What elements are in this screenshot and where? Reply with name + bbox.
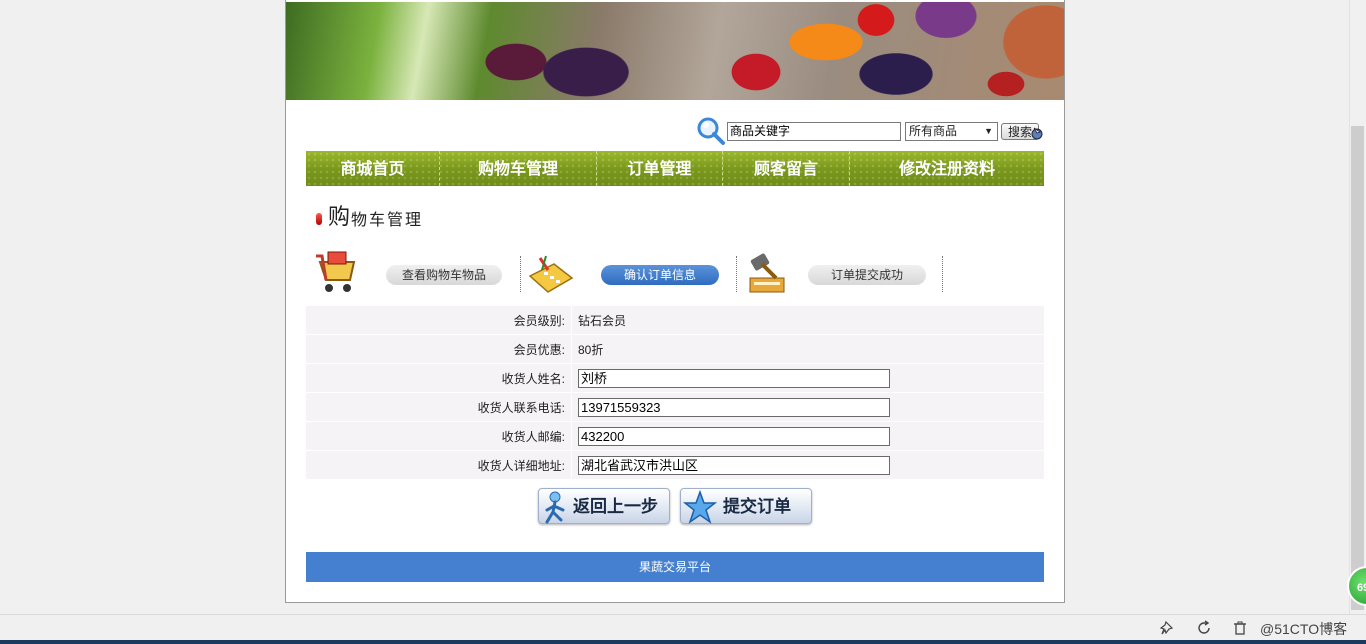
- recipient-phone-field[interactable]: [578, 397, 890, 417]
- form-row: 收货人姓名:: [306, 364, 1044, 392]
- footer-text: 果蔬交易平台: [638, 560, 711, 574]
- page-title-rest: 物车管理: [351, 210, 424, 229]
- recipient-name-label: 收货人姓名:: [306, 364, 572, 392]
- nav-item-cart[interactable]: 购物车管理: [440, 151, 597, 186]
- floating-badge-count: 69: [1357, 582, 1366, 594]
- shopping-cart-icon: [316, 251, 356, 292]
- search-button[interactable]: 搜索: [1001, 123, 1043, 140]
- page-title-first-char: 购: [328, 205, 351, 230]
- nav-item-orders[interactable]: 订单管理: [597, 151, 723, 186]
- recipient-address-cell: [572, 451, 1044, 479]
- footer: 果蔬交易平台: [306, 552, 1044, 582]
- taskbar: [0, 640, 1366, 644]
- scrollbar-thumb[interactable]: [1351, 126, 1364, 610]
- step-view-cart[interactable]: 查看购物车物品: [386, 265, 502, 285]
- submit-order-button-label: 提交订单: [723, 497, 791, 517]
- step-order-submitted[interactable]: 订单提交成功: [808, 265, 926, 285]
- nav-item-home[interactable]: 商城首页: [306, 151, 440, 186]
- recipient-name-cell: [572, 364, 1044, 392]
- cursor-icon: [1031, 127, 1043, 140]
- member-discount-label: 会员优惠:: [306, 335, 572, 363]
- step-confirm-order[interactable]: 确认订单信息: [601, 265, 719, 285]
- main-nav: 商城首页 购物车管理 订单管理 顾客留言 修改注册资料: [306, 151, 1044, 186]
- recipient-name-field[interactable]: [578, 368, 890, 388]
- nav-item-messages[interactable]: 顾客留言: [723, 151, 850, 186]
- gavel-icon: [749, 253, 785, 293]
- recipient-zip-label: 收货人邮编:: [306, 422, 572, 450]
- category-select-value: 所有商品: [909, 124, 958, 138]
- recipient-address-field[interactable]: [578, 455, 890, 475]
- search-button-label: 搜索: [1008, 125, 1033, 139]
- search-bar: 所有商品 ▼ 搜索: [696, 116, 1056, 146]
- form-row: 会员级别: 钻石会员: [306, 306, 1044, 334]
- recipient-phone-label: 收货人联系电话:: [306, 393, 572, 421]
- form-row: 会员优惠: 80折: [306, 335, 1044, 363]
- form-row: 收货人联系电话:: [306, 393, 1044, 421]
- back-button[interactable]: 返回上一步: [538, 488, 670, 524]
- member-level-value: 钻石会员: [572, 306, 1044, 334]
- step-divider: [942, 256, 943, 292]
- chevron-down-icon: ▼: [984, 126, 993, 136]
- category-select[interactable]: 所有商品 ▼: [905, 122, 998, 141]
- pin-icon[interactable]: [1160, 620, 1176, 636]
- form-row: 收货人邮编:: [306, 422, 1044, 450]
- recipient-zip-cell: [572, 422, 1044, 450]
- calculator-icon: [528, 255, 574, 293]
- nav-item-profile[interactable]: 修改注册资料: [850, 151, 1044, 186]
- search-input[interactable]: [727, 122, 901, 141]
- step-divider: [520, 256, 521, 292]
- member-discount-value: 80折: [572, 335, 1044, 363]
- submit-order-button[interactable]: 提交订单: [680, 488, 812, 524]
- search-icon: [697, 117, 725, 145]
- person-walking-icon: [545, 491, 565, 524]
- recipient-phone-cell: [572, 393, 1044, 421]
- recipient-address-label: 收货人详细地址:: [306, 451, 572, 479]
- checkout-steps: 查看购物车物品 确认订单信息 订单提交成功: [310, 246, 950, 296]
- star-icon: [683, 490, 717, 524]
- vegetable-banner-image: [286, 2, 1064, 100]
- order-info-form: 会员级别: 钻石会员 会员优惠: 80折 收货人姓名: 收货人联系电话: 收货人…: [306, 305, 1044, 480]
- member-level-label: 会员级别:: [306, 306, 572, 334]
- back-button-label: 返回上一步: [573, 497, 658, 517]
- watermark: @51CTO博客: [1260, 621, 1348, 637]
- step-divider: [736, 256, 737, 292]
- trash-icon[interactable]: [1232, 620, 1248, 636]
- recipient-zip-field[interactable]: [578, 426, 890, 446]
- refresh-icon[interactable]: [1196, 620, 1212, 636]
- bullet-icon: [316, 213, 322, 225]
- form-row: 收货人详细地址:: [306, 451, 1044, 479]
- status-bar: @51CTO博客: [0, 614, 1366, 641]
- page-frame: 所有商品 ▼ 搜索 商城首页 购物车管理 订单管理 顾客留言 修改注册资料 购 …: [285, 0, 1065, 603]
